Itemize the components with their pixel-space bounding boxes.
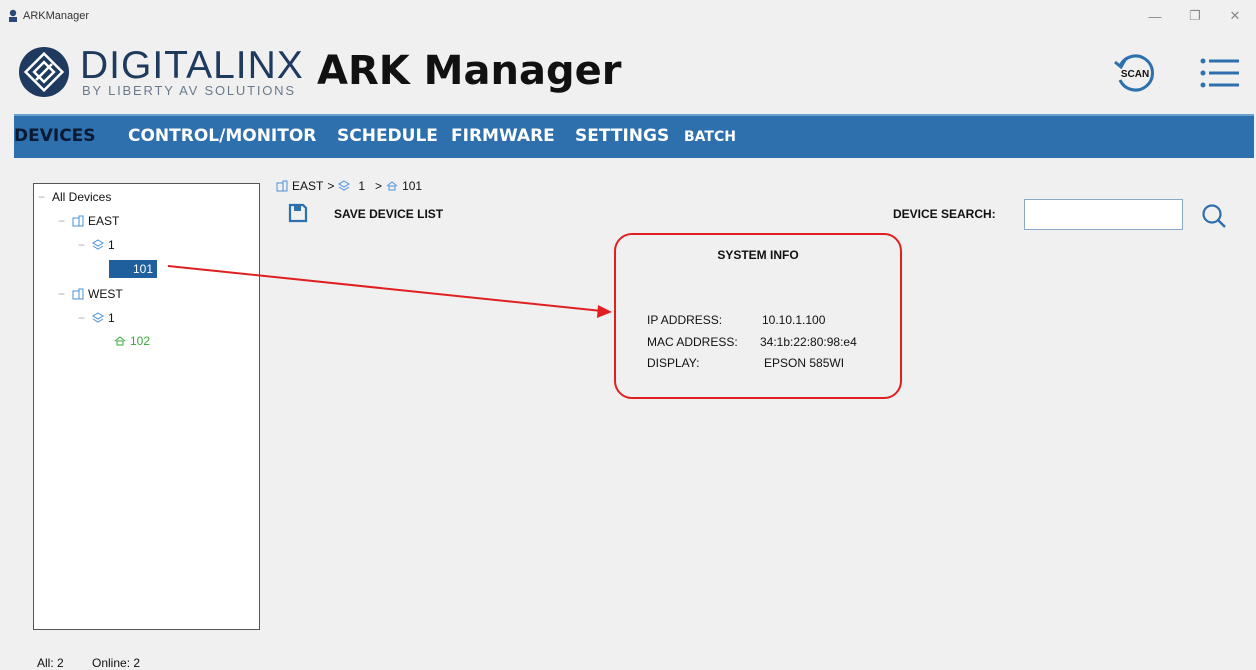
window-title: ARKManager — [23, 10, 90, 22]
main-nav: DEVICES CONTROL/MONITOR SCHEDULE FIRMWAR… — [14, 114, 1254, 158]
scan-refresh-icon: SCAN — [1114, 54, 1154, 92]
breadcrumb-building[interactable]: EAST — [292, 179, 323, 193]
tree-item-102[interactable]: 102 — [114, 334, 150, 348]
tree-root[interactable]: − All Devices — [38, 190, 111, 204]
collapse-icon[interactable]: − — [38, 190, 52, 204]
tab-devices[interactable]: DEVICES — [14, 126, 96, 146]
tree-item-label: WEST — [88, 287, 123, 301]
layers-icon — [92, 312, 104, 323]
tree-item-east[interactable]: − EAST — [58, 214, 119, 228]
info-value: EPSON 585WI — [764, 356, 845, 370]
save-device-list-button[interactable]: SAVE DEVICE LIST — [334, 207, 443, 221]
tree-item-label: EAST — [88, 214, 120, 228]
tab-settings[interactable]: SETTINGS — [575, 126, 669, 146]
room-icon — [114, 336, 126, 346]
save-icon[interactable] — [288, 203, 308, 223]
info-row-display: DISPLAY: EPSON 585WI — [647, 356, 844, 370]
window-titlebar: ARKManager — ❐ ✕ — [0, 0, 1256, 34]
tree-item-label: 1 — [108, 238, 115, 252]
collapse-icon[interactable]: − — [78, 311, 92, 325]
device-tree: − All Devices − EAST − 1 101 − WEST − 1 … — [33, 183, 260, 630]
breadcrumb-floor[interactable]: 1 — [358, 179, 365, 193]
collapse-icon[interactable]: − — [58, 214, 72, 228]
hamburger-menu-icon — [1200, 58, 1239, 88]
device-search-input[interactable] — [1024, 199, 1183, 230]
search-icon[interactable] — [1201, 203, 1227, 229]
collapse-icon[interactable]: − — [78, 238, 92, 252]
minimize-button[interactable]: — — [1140, 5, 1170, 27]
info-row-ip: IP ADDRESS: 10.10.1.100 — [647, 313, 825, 327]
brand-name: DIGITALINX — [80, 44, 304, 87]
brand-subtitle: BY LIBERTY AV SOLUTIONS — [82, 83, 296, 98]
info-value: 10.10.1.100 — [762, 313, 826, 327]
app-icon — [9, 9, 17, 22]
tab-batch[interactable]: BATCH — [684, 129, 736, 145]
tree-root-label: All Devices — [52, 190, 112, 204]
system-info-panel: SYSTEM INFO IP ADDRESS: 10.10.1.100 MAC … — [614, 233, 902, 399]
info-key: MAC ADDRESS: — [647, 335, 738, 349]
tree-item-label: 101 — [109, 260, 158, 278]
building-icon — [276, 180, 288, 192]
status-online-count: Online: 2 — [92, 656, 141, 670]
app-title: ARK Manager — [317, 48, 622, 94]
scan-label: SCAN — [1121, 69, 1149, 80]
room-icon — [386, 181, 398, 191]
tab-firmware[interactable]: FIRMWARE — [451, 126, 555, 146]
digitalinx-logo-icon — [19, 47, 69, 97]
breadcrumb-separator: > — [327, 179, 335, 193]
status-all-count: All: 2 — [37, 656, 64, 670]
scan-button[interactable]: SCAN — [1112, 52, 1158, 94]
system-info-title: SYSTEM INFO — [717, 248, 799, 262]
close-button[interactable]: ✕ — [1220, 5, 1250, 27]
building-icon — [72, 288, 84, 300]
restore-button[interactable]: ❐ — [1180, 5, 1210, 27]
breadcrumb-separator: > — [375, 179, 383, 193]
menu-button[interactable] — [1196, 56, 1242, 90]
info-key: DISPLAY: — [647, 356, 700, 370]
tab-schedule[interactable]: SCHEDULE — [337, 126, 438, 146]
layers-icon — [338, 180, 351, 191]
tree-item-101[interactable]: 101 — [109, 260, 158, 278]
tree-item-east-floor[interactable]: − 1 — [78, 238, 115, 252]
info-row-mac: MAC ADDRESS: 34:1b:22:80:98:e4 — [647, 335, 857, 349]
brand-block: DIGITALINX BY LIBERTY AV SOLUTIONS — [80, 44, 304, 99]
tree-item-west[interactable]: − WEST — [58, 287, 123, 301]
breadcrumb: EAST > 1 > 101 — [276, 179, 422, 193]
layers-icon — [92, 239, 104, 250]
tab-control-monitor[interactable]: CONTROL/MONITOR — [128, 126, 316, 146]
breadcrumb-room[interactable]: 101 — [402, 179, 422, 193]
info-key: IP ADDRESS: — [647, 313, 723, 327]
building-icon — [72, 215, 84, 227]
device-search-label: DEVICE SEARCH: — [893, 207, 996, 221]
tree-item-west-floor[interactable]: − 1 — [78, 311, 115, 325]
collapse-icon[interactable]: − — [58, 287, 72, 301]
info-value: 34:1b:22:80:98:e4 — [760, 335, 857, 349]
tree-item-label: 102 — [130, 334, 151, 348]
tree-item-label: 1 — [108, 311, 115, 325]
